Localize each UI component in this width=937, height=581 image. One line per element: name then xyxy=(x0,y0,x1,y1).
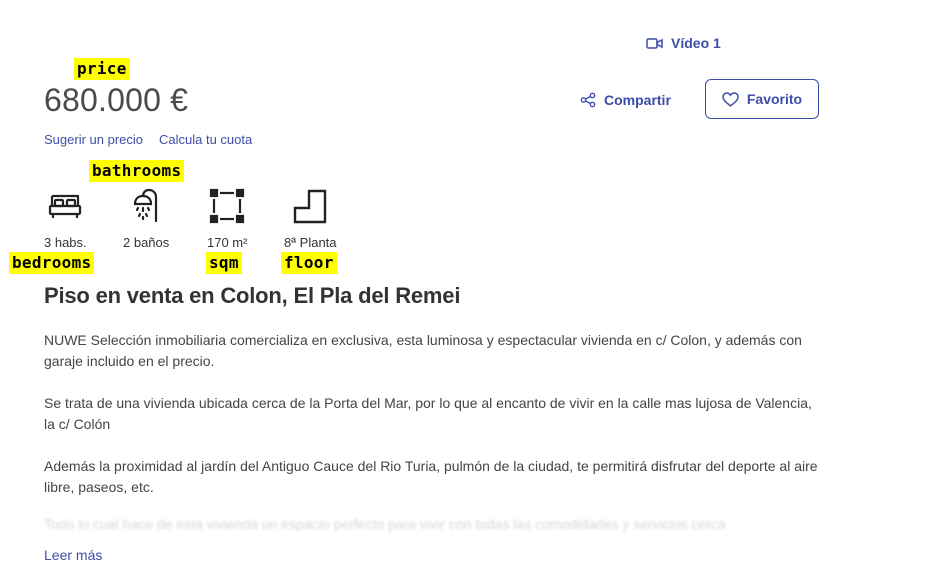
listing-title: Piso en venta en Colon, El Pla del Remei xyxy=(44,283,461,308)
price-links: Sugerir un precio Calcula tu cuota xyxy=(44,132,252,147)
share-icon xyxy=(580,92,596,108)
shower-icon xyxy=(126,186,166,226)
floor-annotation-tag: floor xyxy=(281,252,337,274)
share-button[interactable]: Compartir xyxy=(580,90,671,110)
sqm-annotation-tag: sqm xyxy=(206,252,242,274)
feature-label: 8ª Planta xyxy=(284,235,337,250)
listing-description: NUWE Selección inmobiliaria comercializa… xyxy=(44,330,824,519)
description-paragraph: Se trata de una vivienda ubicada cerca d… xyxy=(44,395,812,432)
bathrooms-annotation-tag: bathrooms xyxy=(89,160,185,182)
suggest-price-link[interactable]: Sugerir un precio xyxy=(44,132,143,147)
video-link[interactable]: Vídeo 1 xyxy=(646,34,721,52)
bedrooms-annotation-tag: bedrooms xyxy=(9,252,95,274)
feature-bathrooms: 2 baños xyxy=(123,186,169,250)
feature-area: 170 m² xyxy=(207,186,247,250)
feature-label: 2 baños xyxy=(123,235,170,250)
read-more-link[interactable]: Leer más xyxy=(44,547,102,563)
favorite-button[interactable]: Favorito xyxy=(705,79,819,119)
area-icon xyxy=(207,186,247,226)
feature-label: 170 m² xyxy=(207,235,248,250)
calculate-payment-link[interactable]: Calcula tu cuota xyxy=(159,132,252,147)
description-faded-text: Todo lo cual hace de esta vivienda un es… xyxy=(44,516,726,532)
bed-icon xyxy=(45,186,85,226)
floor-stairs-icon xyxy=(290,186,330,226)
price-annotation-tag: price xyxy=(74,58,130,80)
share-label: Compartir xyxy=(604,92,671,108)
video-label: Vídeo 1 xyxy=(671,35,721,51)
description-paragraph: NUWE Selección inmobiliaria comercializa… xyxy=(44,332,802,369)
price-value: 680.000 € xyxy=(44,82,189,118)
description-paragraph: Además la proximidad al jardín del Antig… xyxy=(44,458,818,495)
heart-icon xyxy=(722,91,739,107)
feature-label: 3 habs. xyxy=(44,235,87,250)
favorite-label: Favorito xyxy=(746,91,803,107)
feature-bedrooms: 3 habs. xyxy=(44,186,87,250)
video-camera-icon xyxy=(646,37,663,49)
feature-floor: 8ª Planta xyxy=(284,186,337,250)
